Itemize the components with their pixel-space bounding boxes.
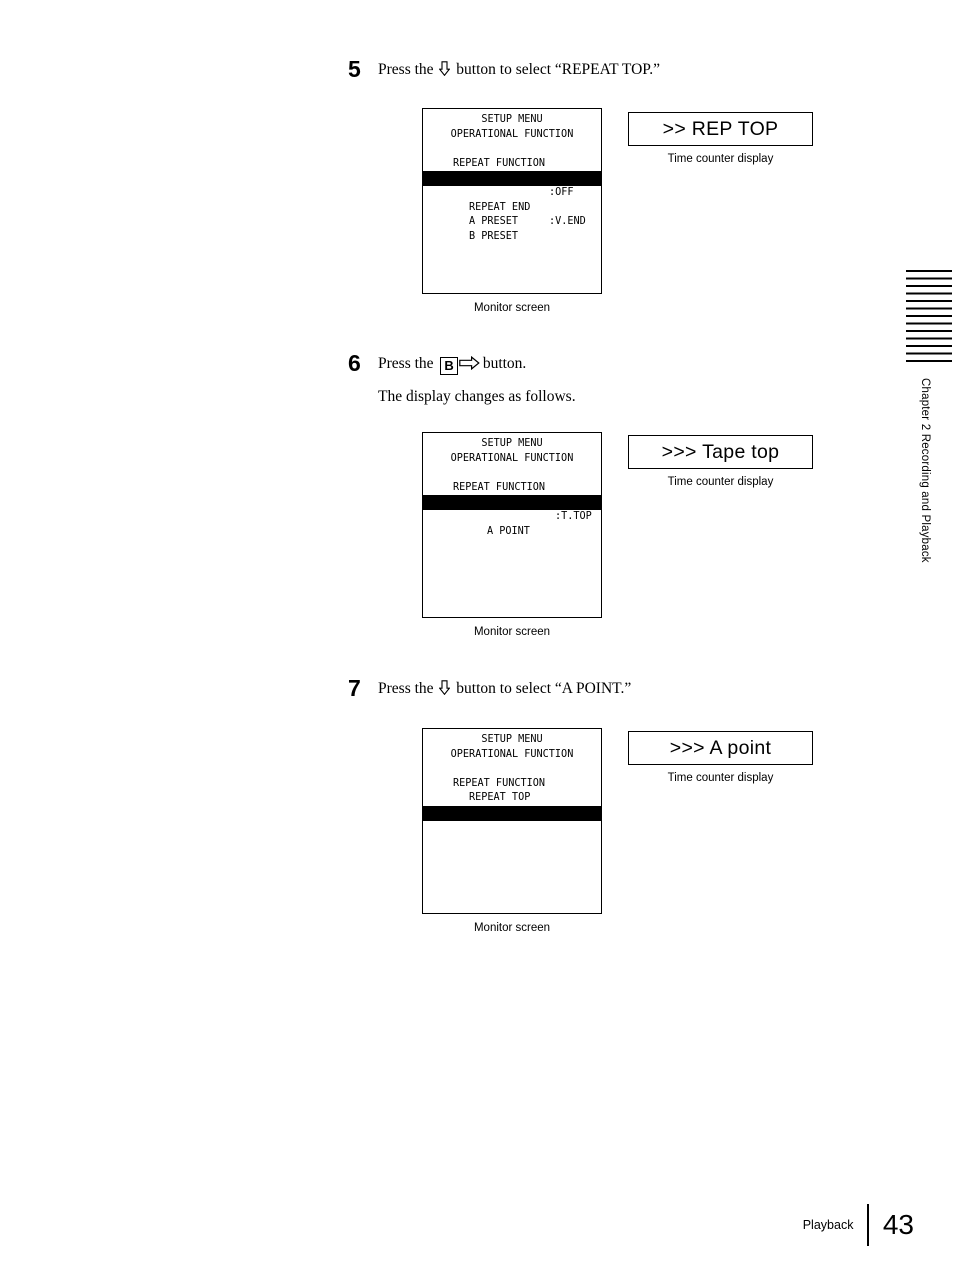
right-arrow-button-icon [459, 356, 480, 370]
page-footer: Playback 43 [803, 1204, 914, 1246]
step-text-before: Press the [378, 355, 434, 372]
step-instruction: Press the B button. [378, 352, 526, 375]
step-heading: 5 Press the button to select “REPEAT TOP… [348, 56, 868, 82]
time-counter-6: >>> Tape top Time counter display [628, 435, 813, 488]
step-text-before: Press the [378, 61, 434, 78]
menu-item-repeat-top-selected[interactable]: REPEAT TOP :T.TOP [423, 171, 601, 227]
time-counter-box: >> REP TOP [628, 112, 813, 146]
menu-group: REPEAT FUNCTION [453, 157, 546, 169]
time-counter-caption: Time counter display [667, 772, 774, 784]
step-text-after: button. [482, 355, 527, 372]
menu-group: REPEAT FUNCTION [453, 481, 546, 493]
monitor-screen-5: SETUP MENU OPERATIONAL FUNCTION REPEAT F… [422, 108, 602, 314]
menu-group: REPEAT FUNCTION [453, 777, 546, 789]
step-text-after: button to select “REPEAT TOP.” [456, 61, 660, 78]
manual-page: 5 Press the button to select “REPEAT TOP… [0, 0, 954, 1274]
chapter-side-tab: Chapter 2 Recording and Playback [906, 270, 954, 563]
menu-item-repeat-top[interactable]: REPEAT TOP :T.TOP [423, 777, 601, 818]
monitor-screen-7: SETUP MENU OPERATIONAL FUNCTION REPEAT F… [422, 728, 602, 934]
down-arrow-button-icon [439, 680, 451, 695]
b-button-icon: B [440, 357, 458, 375]
step-heading: 6 Press the B button. [348, 352, 868, 375]
menu-subtitle: OPERATIONAL FUNCTION [450, 128, 574, 140]
menu-item-b-preset[interactable]: B PRESET [423, 215, 601, 242]
step-sub-text: The display changes as follows. [378, 388, 576, 405]
left-arrow-icon [426, 174, 436, 212]
step-heading: 7 Press the button to select “A POINT.” [348, 675, 868, 701]
menu-title: SETUP MENU [481, 438, 543, 449]
step-instruction: Press the button to select “A POINT.” [378, 677, 631, 699]
time-counter-7: >>> A point Time counter display [628, 731, 813, 784]
left-arrow-icon [426, 809, 436, 847]
time-counter-5: >> REP TOP Time counter display [628, 112, 813, 165]
menu-item-repeat-top[interactable]: REPEAT TOP :T.TOP [423, 481, 601, 522]
monitor-screen-caption: Monitor screen [473, 922, 551, 934]
menu-subtitle: OPERATIONAL FUNCTION [450, 452, 574, 464]
monitor-display: SETUP MENU OPERATIONAL FUNCTION REPEAT F… [422, 728, 602, 914]
step-number: 7 [348, 675, 361, 701]
time-counter-caption: Time counter display [667, 476, 774, 488]
monitor-display: SETUP MENU OPERATIONAL FUNCTION REPEAT F… [422, 108, 602, 294]
step-text-before: Press the [378, 680, 434, 697]
monitor-screen-caption: Monitor screen [473, 302, 551, 314]
menu-title: SETUP MENU [481, 734, 543, 745]
left-arrow-icon [426, 498, 436, 536]
menu-item-a-point[interactable]: A POINT [423, 510, 601, 537]
step-block-6: 6 Press the B button. The display change… [348, 352, 868, 407]
menu-item-repeat-end[interactable]: REPEAT END :V.END [423, 186, 601, 228]
down-arrow-button-icon [439, 61, 451, 76]
menu-subtitle: OPERATIONAL FUNCTION [450, 748, 574, 760]
step-block-5: 5 Press the button to select “REPEAT TOP… [348, 56, 868, 82]
time-counter-caption: Time counter display [667, 153, 774, 165]
monitor-screen-caption: Monitor screen [473, 626, 551, 638]
right-arrow-icon [588, 174, 598, 212]
step-text-after: button to select “A POINT.” [456, 680, 632, 697]
step-instruction: Press the button to select “REPEAT TOP.” [378, 58, 660, 80]
time-counter-box: >>> A point [628, 731, 813, 765]
step-number: 6 [348, 350, 361, 376]
menu-item-tape-top-selected[interactable]: ∗ TAPE TOP [423, 495, 601, 537]
menu-item-a-point-selected[interactable]: A POINT [423, 805, 601, 847]
time-counter-box: >>> Tape top [628, 435, 813, 469]
monitor-screen-6: SETUP MENU OPERATIONAL FUNCTION REPEAT F… [422, 432, 602, 638]
step-block-7: 7 Press the button to select “A POINT.” [348, 675, 868, 701]
menu-item-tape-top[interactable]: ∗ TAPE TOP [423, 791, 601, 818]
chapter-stripes-decoration [906, 270, 952, 362]
step-number: 5 [348, 56, 361, 82]
menu-item-repeat-mode[interactable]: REPEAT MODE :OFF [423, 157, 601, 198]
menu-item-a-preset[interactable]: A PRESET [423, 201, 601, 227]
footer-section-label: Playback [802, 1218, 854, 1232]
chapter-label: Chapter 2 Recording and Playback [919, 378, 931, 563]
page-number: 43 [882, 1209, 914, 1240]
monitor-display: SETUP MENU OPERATIONAL FUNCTION REPEAT F… [422, 432, 602, 618]
menu-title: SETUP MENU [481, 114, 543, 125]
